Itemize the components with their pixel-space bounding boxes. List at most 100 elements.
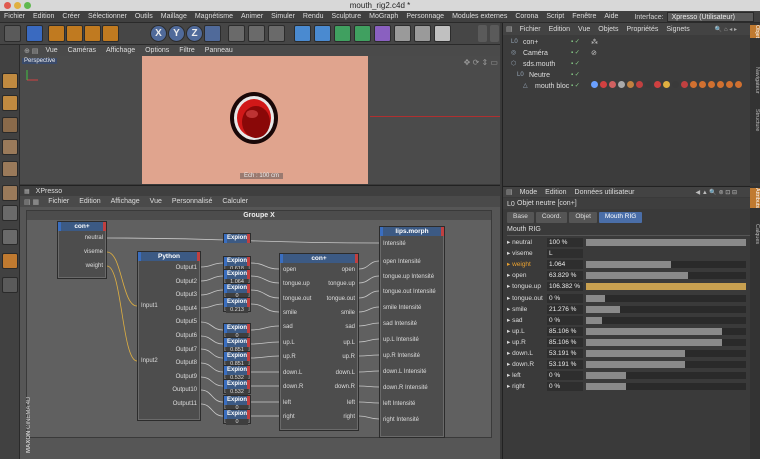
material-tag-icon[interactable] [717,81,724,88]
port-lips-3[interactable]: tongue.out Intensité [383,289,436,295]
expression-node-5[interactable]: Expion 0 [223,323,251,339]
expression-node-0[interactable]: Expion [223,233,251,243]
spline-pen-icon[interactable] [314,25,331,42]
port-lips-2[interactable]: tongue.up Intensité [383,274,434,280]
material-tag-icon[interactable] [663,81,670,88]
render-picture-viewer-icon[interactable] [248,25,265,42]
minimize-window-button[interactable] [14,2,21,9]
points-mode-icon[interactable] [2,139,18,155]
port-lips-1[interactable]: open Intensité [383,259,421,265]
material-tag-icon[interactable] [600,81,607,88]
material-tag-icon[interactable] [654,81,661,88]
menu-item-12[interactable]: Personnage [402,13,448,20]
polygons-mode-icon[interactable] [2,185,18,201]
xpresso-menu-1[interactable]: Edition [74,198,105,205]
xpresso-editor[interactable]: Groupe X con+ neutral viseme weight Python In… [20,207,500,459]
param-value-field[interactable]: 106.382 % [547,282,583,292]
param-value-field[interactable]: 85.106 % [547,337,583,347]
objects-menu-0[interactable]: Fichier [516,26,545,33]
param-slider[interactable] [586,294,746,302]
tab-objet[interactable]: Objet [569,212,597,223]
magnet-icon[interactable] [2,253,18,269]
menu-item-15[interactable]: Script [542,13,568,20]
param-value-field[interactable]: 53.191 % [547,349,583,358]
param-value-field[interactable]: 85.106 % [547,326,583,336]
side-tab-structure[interactable]: Structure [750,109,760,131]
param-slider[interactable] [586,383,746,391]
expression-node-3[interactable]: Expion 0 [223,283,251,299]
in-port-tongue-up[interactable]: tongue.up [283,281,310,287]
object-list[interactable]: L0 con+ ▪ ✓ ⁂ ◎ Caméra ▪ ✓ ⊘ ⬡ sds.mouth ▪ ✓ L0 Neut… [503,35,751,185]
viewport[interactable]: Perspective Ech : 100 cm ✥ ⟳ ⇕ ▭ [20,56,500,184]
object-flags[interactable]: ▪ ✓ [571,59,580,70]
param-value-field[interactable]: 0 % [547,382,583,392]
param-slider[interactable] [586,350,746,357]
port-output10[interactable]: Output10 [172,387,197,393]
param-slider[interactable] [586,305,746,313]
menu-item-16[interactable]: Fenêtre [568,13,600,20]
viewport-menu-5[interactable]: Panneau [200,47,238,54]
object-flags[interactable]: ▪ ✓ [571,37,580,48]
deformer-icon[interactable] [374,25,391,42]
tag-icons[interactable]: ⁂ [591,37,598,48]
in-port-up-R[interactable]: up.R [283,354,296,360]
material-tag-icon[interactable] [735,81,742,88]
port-lips-7[interactable]: up.R Intensité [383,353,420,359]
objects-menu-2[interactable]: Vue [574,26,594,33]
out-port-right[interactable]: right [343,414,355,420]
param-value-field[interactable]: 0 % [547,315,583,325]
material-tag-icon[interactable] [672,81,679,88]
array-icon[interactable] [354,25,371,42]
port-lips-0[interactable]: Intensité [383,241,406,247]
port-output7[interactable]: Output7 [176,347,197,353]
port-lips-8[interactable]: down.L Intensité [383,369,426,375]
expression-node-2[interactable]: Expion 1.064 [223,269,251,285]
port-input1[interactable]: Input1 [141,303,158,309]
in-port-sad[interactable]: sad [283,324,293,330]
viewport-menu-4[interactable]: Filtre [174,47,200,54]
tag-icons[interactable]: ⊘ [591,48,597,59]
in-port-left[interactable]: left [283,400,291,406]
material-tag-icon[interactable] [645,81,652,88]
param-slider[interactable] [586,338,746,346]
viewport-menu-3[interactable]: Options [140,47,174,54]
side-tab-calques[interactable]: Calques [750,224,760,244]
in-port-smile[interactable]: smile [283,310,297,316]
out-port-down-R[interactable]: down.R [335,384,355,390]
param-slider[interactable] [586,372,746,380]
snapping-icon[interactable] [2,277,18,293]
side-tab-navigateur[interactable]: Navigateur [750,67,760,94]
edges-mode-icon[interactable] [2,161,18,177]
attributes-menu-2[interactable]: Données utilisateur [571,189,639,196]
param-slider[interactable] [586,261,746,269]
interface-dropdown[interactable]: Xpresso (Utilisateur) [666,12,754,22]
tab-coord-[interactable]: Coord. [535,212,568,223]
rotate-icon[interactable] [84,25,101,42]
param-value-field[interactable]: 0 % [547,371,583,381]
param-value-field[interactable]: 63.829 % [547,271,583,281]
object-manager-icons[interactable]: ▤ [506,25,513,33]
menu-item-1[interactable]: Edition [29,13,58,20]
attributes-menu-1[interactable]: Edition [541,189,570,196]
objects-menu-5[interactable]: Signets [662,26,693,33]
viewport-toolbar-icons[interactable]: ⊕ ▤ [24,47,38,55]
expression-node-6[interactable]: Expion 0.851 [223,337,251,353]
scene-icon[interactable] [394,25,411,42]
light-icon[interactable] [434,25,451,42]
move-icon[interactable] [48,25,65,42]
con-left-node[interactable]: con+ neutral viseme weight [57,221,107,279]
in-port-up-L[interactable]: up.L [283,340,295,346]
objects-menu-4[interactable]: Propriétés [622,26,662,33]
menu-item-7[interactable]: Animer [237,13,267,20]
param-slider[interactable] [586,283,746,291]
cube-icon[interactable] [294,25,311,42]
menu-item-10[interactable]: Sculpture [328,13,366,20]
render-view-icon[interactable] [228,25,245,42]
menu-item-17[interactable]: Aide [600,13,622,20]
workplane-icon[interactable] [2,117,18,133]
scale-icon[interactable] [66,25,83,42]
select-live-icon[interactable] [26,25,43,42]
xpresso-menu-2[interactable]: Affichage [106,198,145,205]
menu-item-2[interactable]: Créer [58,13,84,20]
out-port-up-R[interactable]: up.R [342,354,355,360]
